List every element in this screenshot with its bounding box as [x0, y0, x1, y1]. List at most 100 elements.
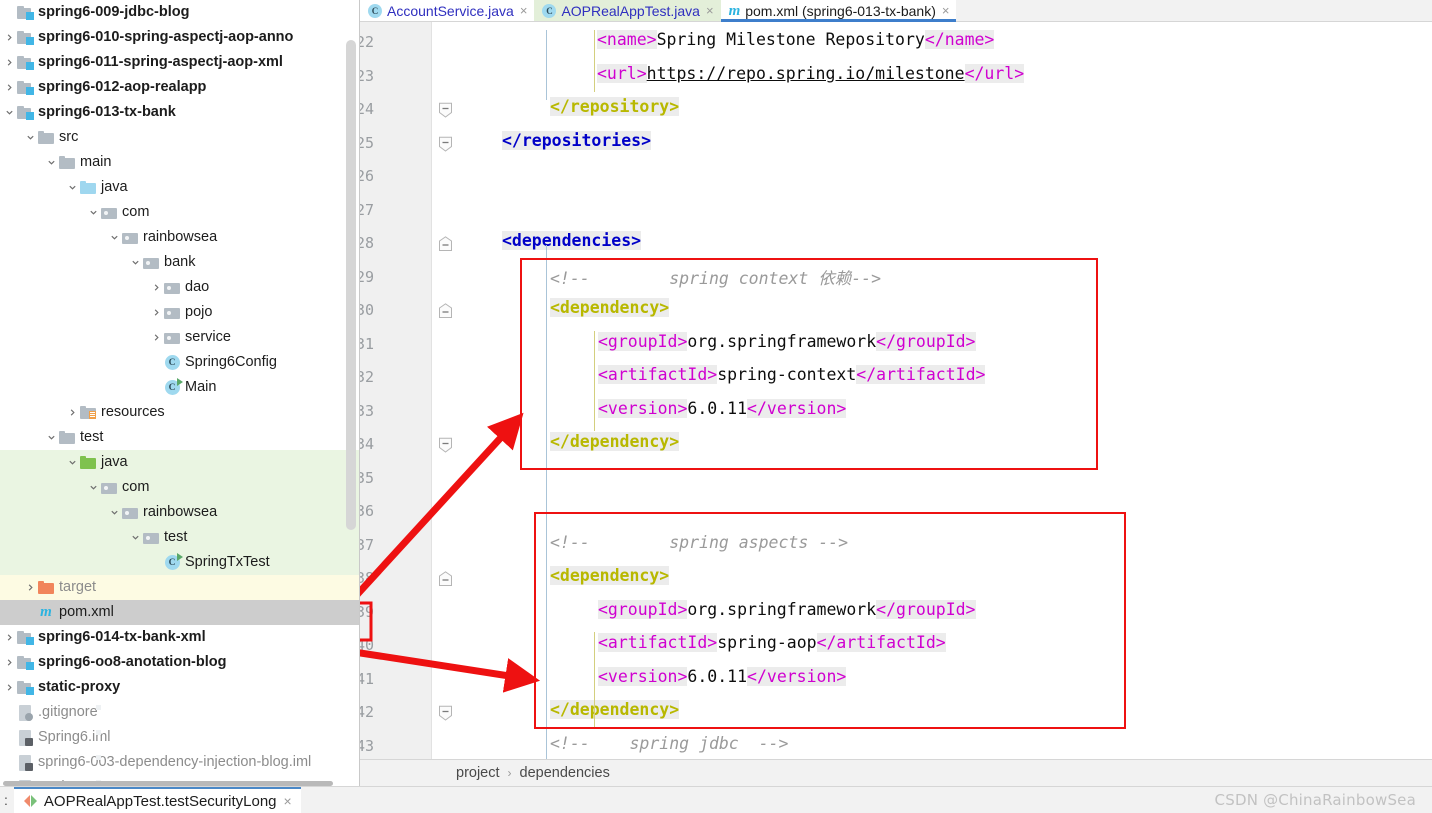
chevron-right-icon[interactable]: [2, 58, 16, 67]
tree-item-rainbowsea[interactable]: rainbowsea: [0, 500, 360, 525]
chevron-down-icon[interactable]: [44, 158, 58, 167]
chevron-right-icon[interactable]: [2, 683, 16, 692]
code-fold-end-icon[interactable]: [438, 705, 453, 721]
tree-item-spring6-010-spring-aspectj-aop-anno[interactable]: spring6-010-spring-aspectj-aop-anno: [0, 25, 360, 50]
tree-item-spring6-009-jdbc-blog[interactable]: spring6-009-jdbc-blog: [0, 0, 360, 25]
breadcrumb[interactable]: project › dependencies: [360, 759, 1432, 786]
tree-item-spring6-iml[interactable]: Spring6.iml: [0, 725, 360, 750]
editor-gutter[interactable]: 22 23 24 25 26 27 28 29 30 31 32 33 34 35 36 37 38 39 40 41…: [360, 22, 452, 764]
code-line[interactable]: </repository>: [550, 97, 680, 116]
chevron-right-icon[interactable]: [23, 583, 37, 592]
tree-item-bank[interactable]: bank: [0, 250, 360, 275]
code-fold-start-icon[interactable]: [438, 236, 453, 252]
code-fold-end-icon[interactable]: [438, 102, 453, 118]
chevron-right-icon[interactable]: [149, 308, 163, 317]
close-icon[interactable]: ×: [519, 3, 528, 18]
chevron-down-icon[interactable]: [128, 258, 142, 267]
close-icon[interactable]: ×: [941, 3, 950, 18]
chevron-right-icon[interactable]: [2, 33, 16, 42]
code-line[interactable]: <artifactId>spring-aop</artifactId>: [598, 633, 946, 652]
tree-item-spring6config[interactable]: C Spring6Config: [0, 350, 360, 375]
tree-item-spring6-013-tx-bank[interactable]: spring6-013-tx-bank: [0, 100, 360, 125]
tree-item-spring6-oo8-anotation-blog[interactable]: spring6-oo8-anotation-blog: [0, 650, 360, 675]
code-line[interactable]: </repositories>: [502, 130, 652, 150]
tree-item-src[interactable]: src: [0, 125, 360, 150]
chevron-right-icon[interactable]: [2, 633, 16, 642]
tree-item-spring6-011-spring-aspectj-aop-xml[interactable]: spring6-011-spring-aspectj-aop-xml: [0, 50, 360, 75]
tree-item-main[interactable]: C Main: [0, 375, 360, 400]
code-line[interactable]: <!-- spring aspects -->: [550, 533, 848, 552]
code-line[interactable]: <dependencies>: [502, 231, 642, 250]
chevron-down-icon[interactable]: [107, 233, 121, 242]
tree-item-static-proxy[interactable]: static-proxy: [0, 675, 360, 700]
tree-item-pojo[interactable]: pojo: [0, 300, 360, 325]
run-configuration-tab[interactable]: AOPRealAppTest.testSecurityLong ×: [13, 787, 301, 813]
tree-item-com[interactable]: com: [0, 475, 360, 500]
chevron-down-icon[interactable]: [128, 533, 142, 542]
tree-item-resources[interactable]: resources: [0, 400, 360, 425]
chevron-right-icon[interactable]: [149, 283, 163, 292]
code-fold-start-icon[interactable]: [438, 303, 453, 319]
chevron-down-icon[interactable]: [65, 183, 79, 192]
run-test-icon: [23, 794, 37, 808]
tree-item-spring6-014-tx-bank-xml[interactable]: spring6-014-tx-bank-xml: [0, 625, 360, 650]
chevron-right-icon[interactable]: [2, 658, 16, 667]
close-icon[interactable]: ×: [705, 3, 714, 18]
tree-item-java[interactable]: java: [0, 450, 360, 475]
tree-item-springtxtest[interactable]: C SpringTxTest: [0, 550, 360, 575]
project-tree-list[interactable]: spring6-009-jdbc-blog spring6-010-spring-…: [0, 0, 360, 786]
code-editor[interactable]: 22 23 24 25 26 27 28 29 30 31 32 33 34 35 36 37 38 39 40 41…: [360, 22, 1432, 764]
editor-tab-aoprealapptest[interactable]: C AOPRealAppTest.java ×: [534, 0, 721, 21]
code-line[interactable]: <dependency>: [550, 298, 670, 317]
code-line[interactable]: <groupId>org.springframework</groupId>: [598, 599, 976, 619]
tree-item-test[interactable]: test: [0, 525, 360, 550]
code-line[interactable]: <version>6.0.11</version>: [598, 666, 847, 686]
code-line[interactable]: <artifactId>spring-context</artifactId>: [598, 365, 986, 384]
editor-tab-pom[interactable]: m pom.xml (spring6-013-tx-bank) ×: [720, 0, 957, 22]
project-tree-scrollbar[interactable]: [346, 0, 356, 786]
tree-item-service[interactable]: service: [0, 325, 360, 350]
chevron-right-icon[interactable]: [149, 333, 163, 342]
tree-item-label: dao: [185, 278, 210, 295]
chevron-right-icon[interactable]: [65, 408, 79, 417]
code-line[interactable]: </dependency>: [550, 432, 680, 451]
tree-item-spring6-003-dependency-injection-blog-iml[interactable]: spring6-003-dependency-injection-blog.im…: [0, 750, 360, 775]
code-line[interactable]: <dependency>: [550, 566, 670, 585]
editor-tab-accountservice[interactable]: C AccountService.java ×: [360, 0, 535, 21]
tree-item-label: spring6-013-tx-bank: [38, 103, 176, 120]
chevron-down-icon[interactable]: [86, 208, 100, 217]
code-line[interactable]: <!-- spring context 依赖-->: [550, 265, 881, 289]
code-line[interactable]: <name>Spring Milestone Repository</name>: [597, 30, 995, 49]
editor-tab-bar[interactable]: C AccountService.java × C AOPRealAppTest.jav…: [360, 0, 1432, 22]
chevron-down-icon[interactable]: [107, 508, 121, 517]
code-line[interactable]: <url>https://repo.spring.io/milestone</u…: [597, 63, 1025, 83]
tree-item-main[interactable]: main: [0, 150, 360, 175]
project-tool-window[interactable]: spring6-009-jdbc-blog spring6-010-spring-…: [0, 0, 360, 786]
chevron-down-icon[interactable]: [23, 133, 37, 142]
chevron-down-icon[interactable]: [65, 458, 79, 467]
tree-item-java[interactable]: java: [0, 175, 360, 200]
code-fold-start-icon[interactable]: [438, 571, 453, 587]
chevron-right-icon[interactable]: [2, 83, 16, 92]
code-fold-end-icon[interactable]: [438, 437, 453, 453]
code-line[interactable]: </dependency>: [550, 700, 680, 719]
breadcrumb-item-dependencies[interactable]: dependencies: [520, 765, 610, 781]
tree-item-com[interactable]: com: [0, 200, 360, 225]
tree-item-dao[interactable]: dao: [0, 275, 360, 300]
tree-item-pom-xml[interactable]: m pom.xml: [0, 600, 360, 625]
tree-item-spring6-012-aop-realapp[interactable]: spring6-012-aop-realapp: [0, 75, 360, 100]
code-fold-end-icon[interactable]: [438, 136, 453, 152]
chevron-down-icon[interactable]: [2, 108, 16, 117]
chevron-down-icon[interactable]: [86, 483, 100, 492]
close-icon[interactable]: ×: [284, 793, 292, 809]
tree-item-test[interactable]: test: [0, 425, 360, 450]
tree-item-gitignore[interactable]: .gitignore: [0, 700, 360, 725]
code-line[interactable]: <version>6.0.11</version>: [598, 398, 847, 418]
tree-item-target[interactable]: target: [0, 575, 360, 600]
tree-item-rainbowsea[interactable]: rainbowsea: [0, 225, 360, 250]
scrollbar-thumb[interactable]: [346, 40, 356, 530]
chevron-down-icon[interactable]: [44, 433, 58, 442]
breadcrumb-item-project[interactable]: project: [456, 765, 500, 781]
code-line[interactable]: <!-- spring jdbc -->: [550, 734, 788, 753]
code-line[interactable]: <groupId>org.springframework</groupId>: [598, 331, 976, 351]
